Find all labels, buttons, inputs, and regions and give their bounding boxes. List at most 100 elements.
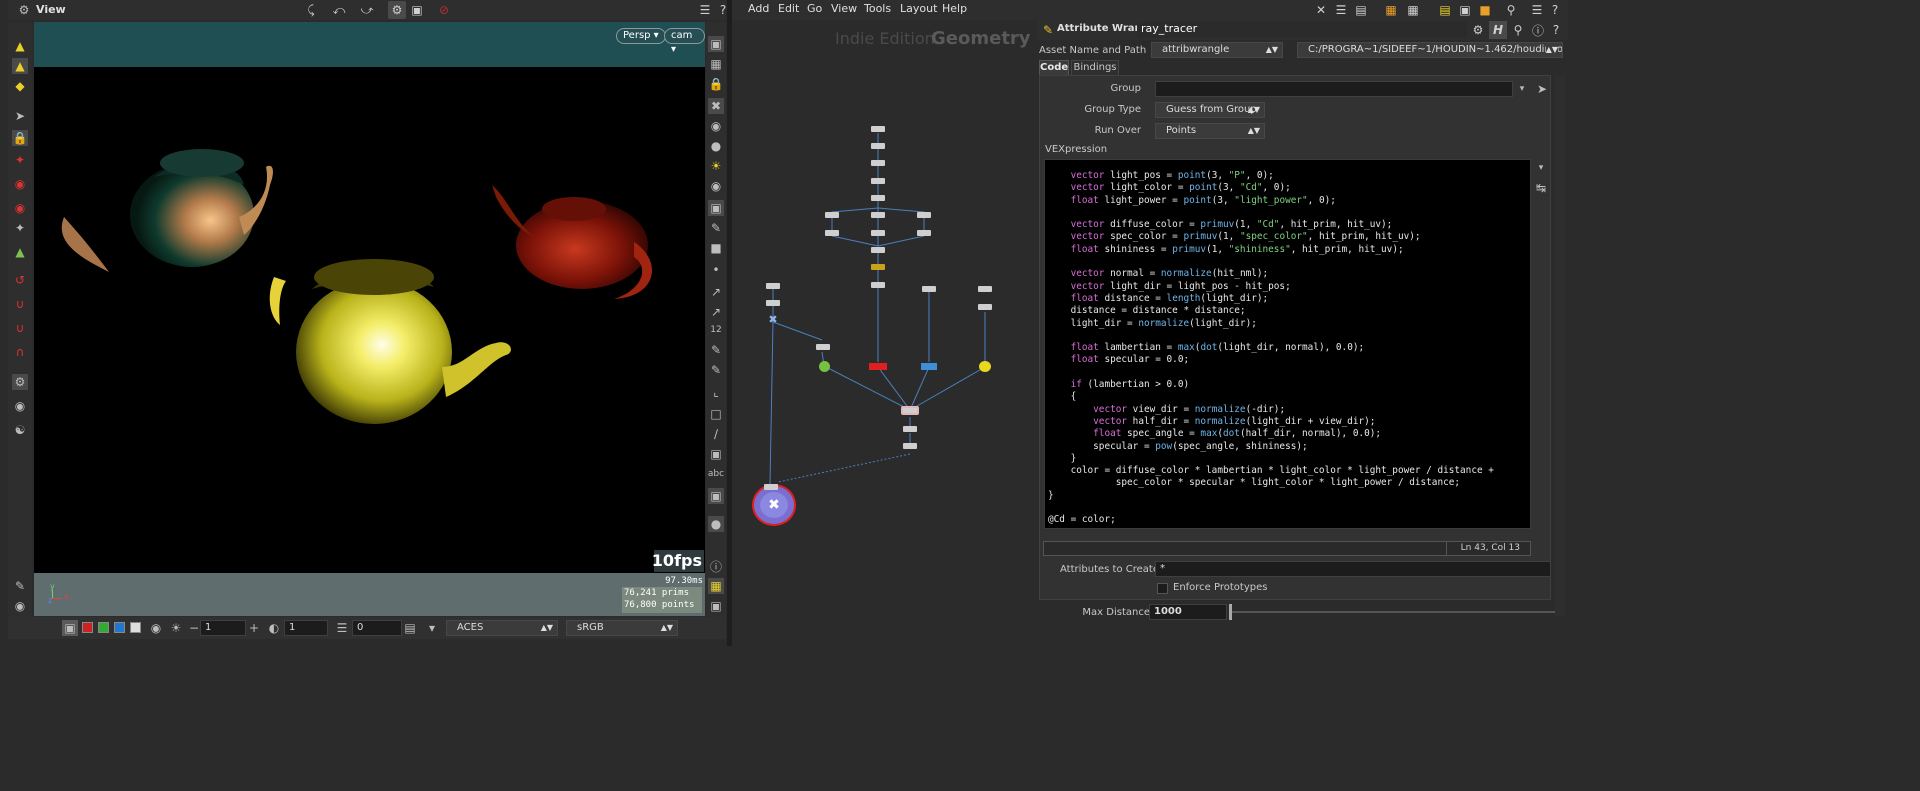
plus-button[interactable]: + — [246, 620, 262, 636]
asset-path-select[interactable]: C:/PROGRA~1/SIDEEF~1/HOUDIN~1.462/houdin… — [1297, 42, 1563, 58]
code-line[interactable]: vector normal = normalize(hit_nml); — [1048, 268, 1494, 280]
headlight-icon[interactable]: ◉ — [708, 178, 724, 194]
select-points-icon[interactable]: ▲ — [12, 58, 28, 74]
exposure-icon[interactable]: ◉ — [148, 620, 164, 636]
shading-icon[interactable]: ◉ — [708, 118, 724, 134]
magnet-c-icon[interactable]: ∩ — [12, 344, 28, 360]
display-geo-icon[interactable]: ■ — [708, 240, 724, 256]
menu-go[interactable]: Go — [807, 2, 822, 15]
node-camera-null-icon[interactable]: ✖ — [766, 314, 780, 325]
display-options-icon[interactable]: ▣ — [408, 1, 426, 19]
code-line[interactable]: float shininess = primuv(1, "shininess",… — [1048, 244, 1494, 256]
pointer-icon[interactable]: ➤ — [12, 108, 28, 124]
levels-icon[interactable]: ☰ — [334, 620, 350, 636]
tab-code[interactable]: Code — [1039, 60, 1069, 75]
node-uvunwrap[interactable] — [871, 178, 885, 184]
measure-icon[interactable]: ∕ — [708, 426, 724, 442]
menu-edit[interactable]: Edit — [778, 2, 799, 15]
stereo-icon[interactable]: ▣ — [708, 598, 724, 614]
move-tool-icon[interactable]: ⤺ — [330, 1, 348, 19]
param-search-icon[interactable]: ⚲ — [1509, 21, 1527, 39]
code-line[interactable]: vector diffuse_color = primuv(1, "Cd", h… — [1048, 219, 1494, 231]
note-icon[interactable]: ▤ — [1436, 1, 1454, 19]
pose-icon[interactable]: ◉ — [12, 176, 28, 192]
select-pose-icon[interactable]: ▲ — [12, 38, 28, 54]
scene-icon[interactable]: ▲ — [12, 244, 28, 260]
camera-menu-button[interactable]: cam ▾ — [664, 28, 705, 55]
green-channel-swatch[interactable] — [98, 622, 109, 633]
scale-tool-icon[interactable]: ⤻ — [358, 1, 376, 19]
group-select-arrow-icon[interactable]: ➤ — [1534, 81, 1550, 97]
view-tool-icon[interactable]: ◉ — [12, 200, 28, 216]
persp-menu-button[interactable]: Persp ▾ — [616, 28, 666, 44]
node-attribcreate[interactable] — [871, 195, 885, 201]
node-prim-normals[interactable] — [871, 282, 885, 288]
code-line[interactable] — [1048, 256, 1494, 268]
viewer-pane-icon[interactable]: ⚙ — [16, 2, 32, 18]
code-line[interactable]: float specular = 0.0; — [1048, 354, 1494, 366]
param-help-icon[interactable]: ? — [1547, 21, 1565, 39]
code-line[interactable]: spec_color * specular * light_color * li… — [1048, 477, 1494, 489]
point-display-icon[interactable]: • — [708, 262, 724, 278]
code-line[interactable]: } — [1048, 490, 1494, 502]
node-color-a[interactable] — [825, 230, 839, 236]
minus-button[interactable]: − — [186, 620, 202, 636]
node-clean[interactable] — [903, 426, 917, 432]
node-normal[interactable] — [871, 160, 885, 166]
node-name-field[interactable]: ray_tracer — [1137, 22, 1467, 38]
houdini-help-icon[interactable]: H — [1489, 21, 1507, 39]
code-line[interactable]: specular = pow(spec_angle, shininess); — [1048, 441, 1494, 453]
red-channel-swatch[interactable] — [82, 622, 93, 633]
node-attrib-promote[interactable] — [903, 443, 917, 449]
tab-bindings[interactable]: Bindings — [1071, 60, 1119, 75]
null-lights[interactable] — [979, 361, 991, 372]
node-transform[interactable] — [871, 143, 885, 149]
code-line[interactable]: distance = distance * distance; — [1048, 305, 1494, 317]
camera-view-icon[interactable]: ▣ — [708, 200, 724, 216]
enforce-prototypes-checkbox[interactable] — [1157, 583, 1168, 594]
code-line[interactable] — [1048, 330, 1494, 342]
code-line[interactable]: light_dir = normalize(light_dir); — [1048, 318, 1494, 330]
tree-view-icon[interactable]: ☰ — [1332, 1, 1350, 19]
render-region-icon[interactable]: ⚙ — [12, 374, 28, 390]
node-lights-transform[interactable] — [922, 286, 936, 292]
node-color-c[interactable] — [917, 230, 931, 236]
node-object-merge[interactable] — [871, 126, 885, 132]
paint-icon[interactable]: ✎ — [708, 342, 724, 358]
select-faces-icon[interactable]: ◆ — [12, 78, 28, 94]
node-color-b[interactable] — [871, 230, 885, 236]
code-line[interactable] — [1048, 207, 1494, 219]
menu-add[interactable]: Add — [748, 2, 769, 15]
magnet-a-icon[interactable]: ∪ — [12, 296, 28, 312]
vex-code[interactable]: vector light_pos = point(3, "P", 0); vec… — [1048, 170, 1494, 527]
exposure-field[interactable]: 1 — [200, 620, 246, 636]
wire-icon[interactable]: ✎ — [708, 220, 724, 236]
code-line[interactable]: float lambertian = max(dot(light_dir, no… — [1048, 342, 1494, 354]
node-merge[interactable] — [871, 247, 885, 253]
color-correction-icon[interactable]: ▣ — [62, 620, 78, 636]
code-line[interactable]: vector light_pos = point(3, "P", 0); — [1048, 170, 1494, 182]
network-grid-icon[interactable]: ▦ — [1382, 1, 1400, 19]
run-over-select[interactable]: Points ▲▼ — [1155, 123, 1265, 139]
viewer-menu-icon[interactable]: ☰ — [696, 1, 714, 19]
gamma-icon[interactable]: ☀ — [168, 620, 184, 636]
snap-toggle-icon[interactable]: ⚙ — [388, 1, 406, 19]
info-icon[interactable]: ⓘ — [708, 558, 724, 574]
node-output-header[interactable] — [764, 484, 778, 490]
text-display-label[interactable]: abc — [706, 466, 726, 482]
contrast-icon[interactable]: ◐ — [266, 620, 282, 636]
group-dropdown-icon[interactable]: ▾ — [1514, 81, 1530, 97]
blue-channel-swatch[interactable] — [114, 622, 125, 633]
lock-icon[interactable]: 🔒 — [12, 130, 28, 146]
network-help-icon[interactable]: ? — [1546, 1, 1564, 19]
node-create-samples[interactable] — [816, 344, 830, 350]
sticky-icon[interactable]: ▣ — [1456, 1, 1474, 19]
wrench-icon[interactable]: ✕ — [1312, 1, 1330, 19]
background-image-icon[interactable]: ▣ — [708, 488, 724, 504]
code-line[interactable]: vector light_color = point(3, "Cd", 0); — [1048, 182, 1494, 194]
eye-icon[interactable]: ◉ — [12, 598, 28, 614]
grid-icon[interactable]: ▦ — [708, 56, 724, 72]
lightbulb-icon[interactable]: ☀ — [708, 158, 724, 174]
x-ray-icon[interactable]: ✖ — [708, 98, 724, 114]
vex-code-editor[interactable]: vector light_pos = point(3, "P", 0); vec… — [1044, 159, 1531, 529]
